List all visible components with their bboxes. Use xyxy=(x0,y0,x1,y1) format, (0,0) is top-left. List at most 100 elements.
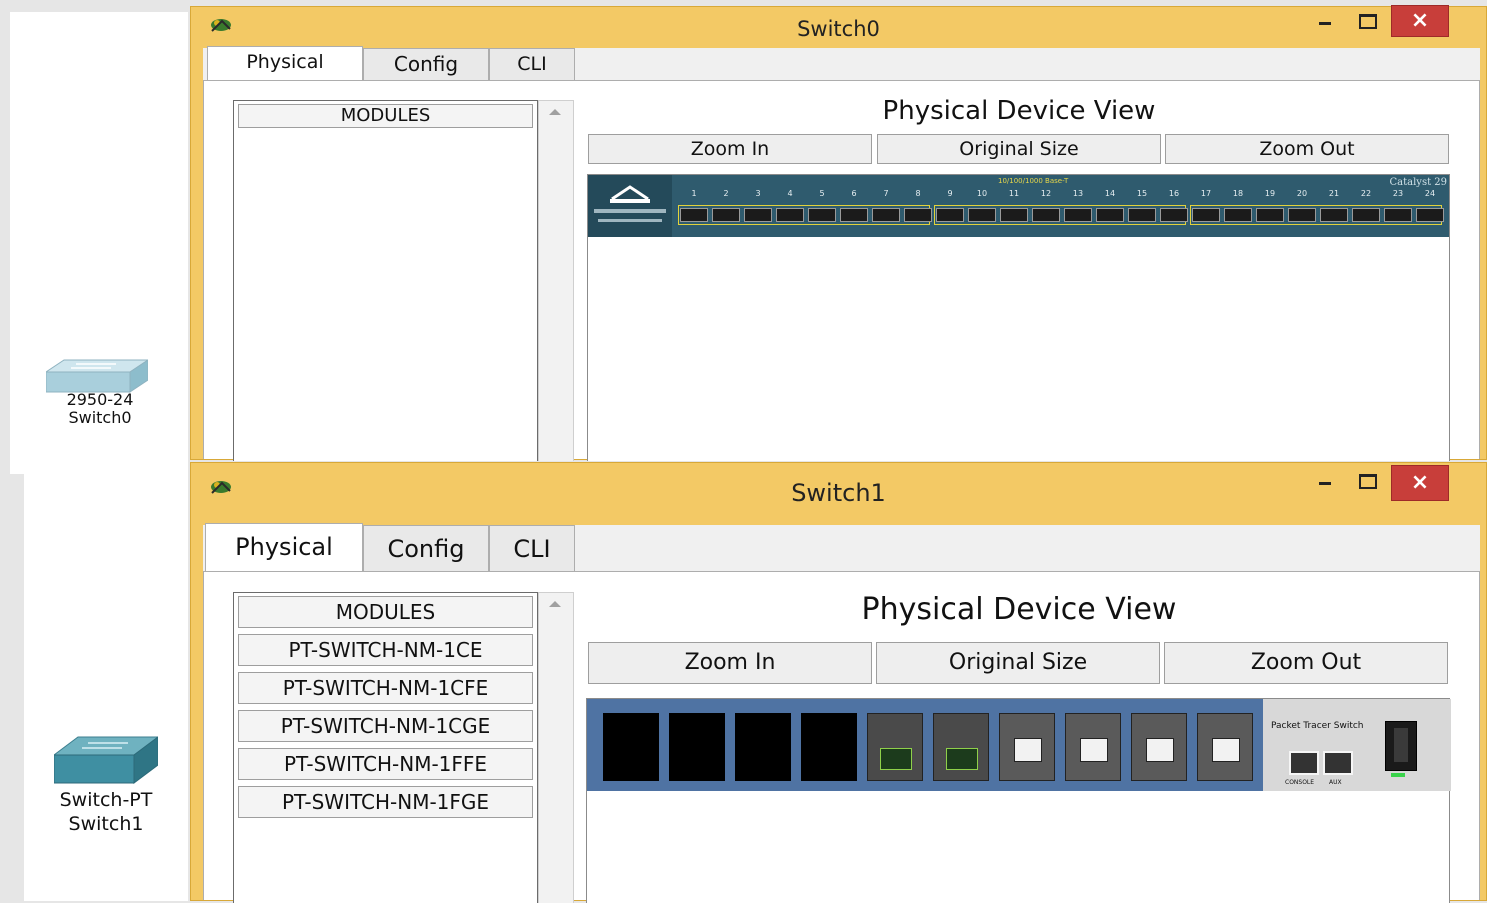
list-item-module[interactable]: PT-SWITCH-NM-1CE xyxy=(238,634,533,666)
aux-port[interactable] xyxy=(1323,751,1353,775)
close-icon[interactable]: × xyxy=(1391,5,1449,37)
switch1-titlebar[interactable]: Switch1 × xyxy=(191,463,1486,519)
maximize-icon[interactable] xyxy=(1347,5,1387,37)
ethernet-port[interactable] xyxy=(1096,208,1124,222)
tab-cli[interactable]: CLI xyxy=(489,525,575,571)
ethernet-port[interactable] xyxy=(904,208,932,222)
zoom-out-button[interactable]: Zoom Out xyxy=(1164,642,1448,684)
port-number-label: 12 xyxy=(1040,189,1052,198)
port-number-label: 22 xyxy=(1360,189,1372,198)
switch-2950-device-icon[interactable] xyxy=(46,358,148,394)
scroll-up-arrow-icon[interactable] xyxy=(549,601,561,607)
port-row xyxy=(678,205,1446,227)
switch0-client-area: Physical Config CLI MODULES Physical Dev… xyxy=(203,46,1480,461)
ethernet-port[interactable] xyxy=(1288,208,1316,222)
ethernet-port[interactable] xyxy=(1128,208,1156,222)
ethernet-port[interactable] xyxy=(1384,208,1412,222)
ethernet-port[interactable] xyxy=(1416,208,1444,222)
physical-device-view-title: Physical Device View xyxy=(861,592,1177,627)
port-number-label: 16 xyxy=(1168,189,1180,198)
modules-list[interactable]: MODULES xyxy=(233,100,538,461)
ethernet-port[interactable] xyxy=(1064,208,1092,222)
ethernet-port[interactable] xyxy=(712,208,740,222)
ethernet-port[interactable] xyxy=(840,208,868,222)
fiber-module-slot[interactable] xyxy=(867,713,923,781)
port-number-label: 15 xyxy=(1136,189,1148,198)
tab-cli[interactable]: CLI xyxy=(489,48,575,80)
switch1-client-area: Physical Config CLI MODULES PT-SWITCH-NM… xyxy=(203,523,1480,903)
switch0-model-label: 2950-24 xyxy=(66,390,134,409)
minimize-icon[interactable] xyxy=(1305,465,1345,497)
maximize-icon[interactable] xyxy=(1347,465,1387,497)
ethernet-module-slot[interactable] xyxy=(1197,713,1253,781)
list-item-module[interactable]: PT-SWITCH-NM-1FFE xyxy=(238,748,533,780)
port-number-label: 21 xyxy=(1328,189,1340,198)
physical-tab-panel: MODULES PT-SWITCH-NM-1CE PT-SWITCH-NM-1C… xyxy=(203,571,1480,903)
ethernet-port[interactable] xyxy=(680,208,708,222)
port-number-label: 11 xyxy=(1008,189,1020,198)
switch0-name-label: Switch0 xyxy=(68,408,132,427)
port-number-label: 1 xyxy=(691,189,697,198)
modules-scrollbar[interactable] xyxy=(538,592,574,903)
empty-slot[interactable] xyxy=(735,713,791,781)
ethernet-port[interactable] xyxy=(744,208,772,222)
empty-slot[interactable] xyxy=(603,713,659,781)
ethernet-port[interactable] xyxy=(1256,208,1284,222)
device-view-area: Packet Tracer Switch CONSOLE AUX xyxy=(586,698,1451,903)
ethernet-module-slot[interactable] xyxy=(999,713,1055,781)
switch0-window-title: Switch0 xyxy=(797,17,880,41)
tab-config[interactable]: Config xyxy=(363,48,489,80)
port-number-label: 5 xyxy=(819,189,825,198)
workspace-panel-bottom xyxy=(24,474,188,901)
list-item-module[interactable]: PT-SWITCH-NM-1CFE xyxy=(238,672,533,704)
ethernet-port[interactable] xyxy=(936,208,964,222)
tab-config[interactable]: Config xyxy=(363,525,489,571)
ethernet-port[interactable] xyxy=(1000,208,1028,222)
tab-physical[interactable]: Physical xyxy=(205,523,363,571)
console-port-label: CONSOLE xyxy=(1285,779,1315,786)
close-icon[interactable]: × xyxy=(1391,465,1449,501)
zoom-in-button[interactable]: Zoom In xyxy=(588,642,872,684)
ethernet-port[interactable] xyxy=(1352,208,1380,222)
modules-list[interactable]: MODULES PT-SWITCH-NM-1CE PT-SWITCH-NM-1C… xyxy=(233,592,538,903)
ethernet-port[interactable] xyxy=(1160,208,1188,222)
zoom-in-button[interactable]: Zoom In xyxy=(588,134,872,164)
fiber-module-slot[interactable] xyxy=(933,713,989,781)
ethernet-port[interactable] xyxy=(872,208,900,222)
switch0-titlebar[interactable]: Switch0 × xyxy=(191,5,1486,47)
empty-slot[interactable] xyxy=(801,713,857,781)
ethernet-port[interactable] xyxy=(1192,208,1220,222)
catalyst-brand-label: Catalyst 29 xyxy=(1389,177,1448,188)
tab-physical[interactable]: Physical xyxy=(207,46,363,80)
console-port[interactable] xyxy=(1289,751,1319,775)
minimize-icon[interactable] xyxy=(1305,5,1345,37)
ethernet-module-slot[interactable] xyxy=(1131,713,1187,781)
ethernet-port[interactable] xyxy=(1320,208,1348,222)
port-number-label: 19 xyxy=(1264,189,1276,198)
port-number-label: 6 xyxy=(851,189,857,198)
switch-pt-image[interactable]: Packet Tracer Switch CONSOLE AUX xyxy=(587,699,1451,791)
zoom-out-button[interactable]: Zoom Out xyxy=(1165,134,1449,164)
ethernet-port[interactable] xyxy=(1032,208,1060,222)
switch1-model-label: Switch-PT xyxy=(59,789,153,811)
ethernet-port[interactable] xyxy=(776,208,804,222)
power-switch[interactable] xyxy=(1385,721,1417,771)
port-number-label: 2 xyxy=(723,189,729,198)
scroll-up-arrow-icon[interactable] xyxy=(549,109,561,115)
empty-slot[interactable] xyxy=(669,713,725,781)
ethernet-port[interactable] xyxy=(968,208,996,222)
list-item-module[interactable]: PT-SWITCH-NM-1FGE xyxy=(238,786,533,818)
list-item-module[interactable]: PT-SWITCH-NM-1CGE xyxy=(238,710,533,742)
port-number-label: 18 xyxy=(1232,189,1244,198)
original-size-button[interactable]: Original Size xyxy=(876,642,1160,684)
modules-scrollbar[interactable] xyxy=(538,100,574,461)
port-number-label: 24 xyxy=(1424,189,1436,198)
ethernet-port[interactable] xyxy=(1224,208,1252,222)
original-size-button[interactable]: Original Size xyxy=(877,134,1161,164)
ethernet-module-slot[interactable] xyxy=(1065,713,1121,781)
port-number-label: 17 xyxy=(1200,189,1212,198)
switch-pt-device-icon[interactable] xyxy=(54,735,158,785)
ethernet-port[interactable] xyxy=(808,208,836,222)
catalyst-2950-image[interactable]: 10/100/1000 Base-T Catalyst 29 123456789… xyxy=(588,175,1449,237)
port-number-label: 23 xyxy=(1392,189,1404,198)
